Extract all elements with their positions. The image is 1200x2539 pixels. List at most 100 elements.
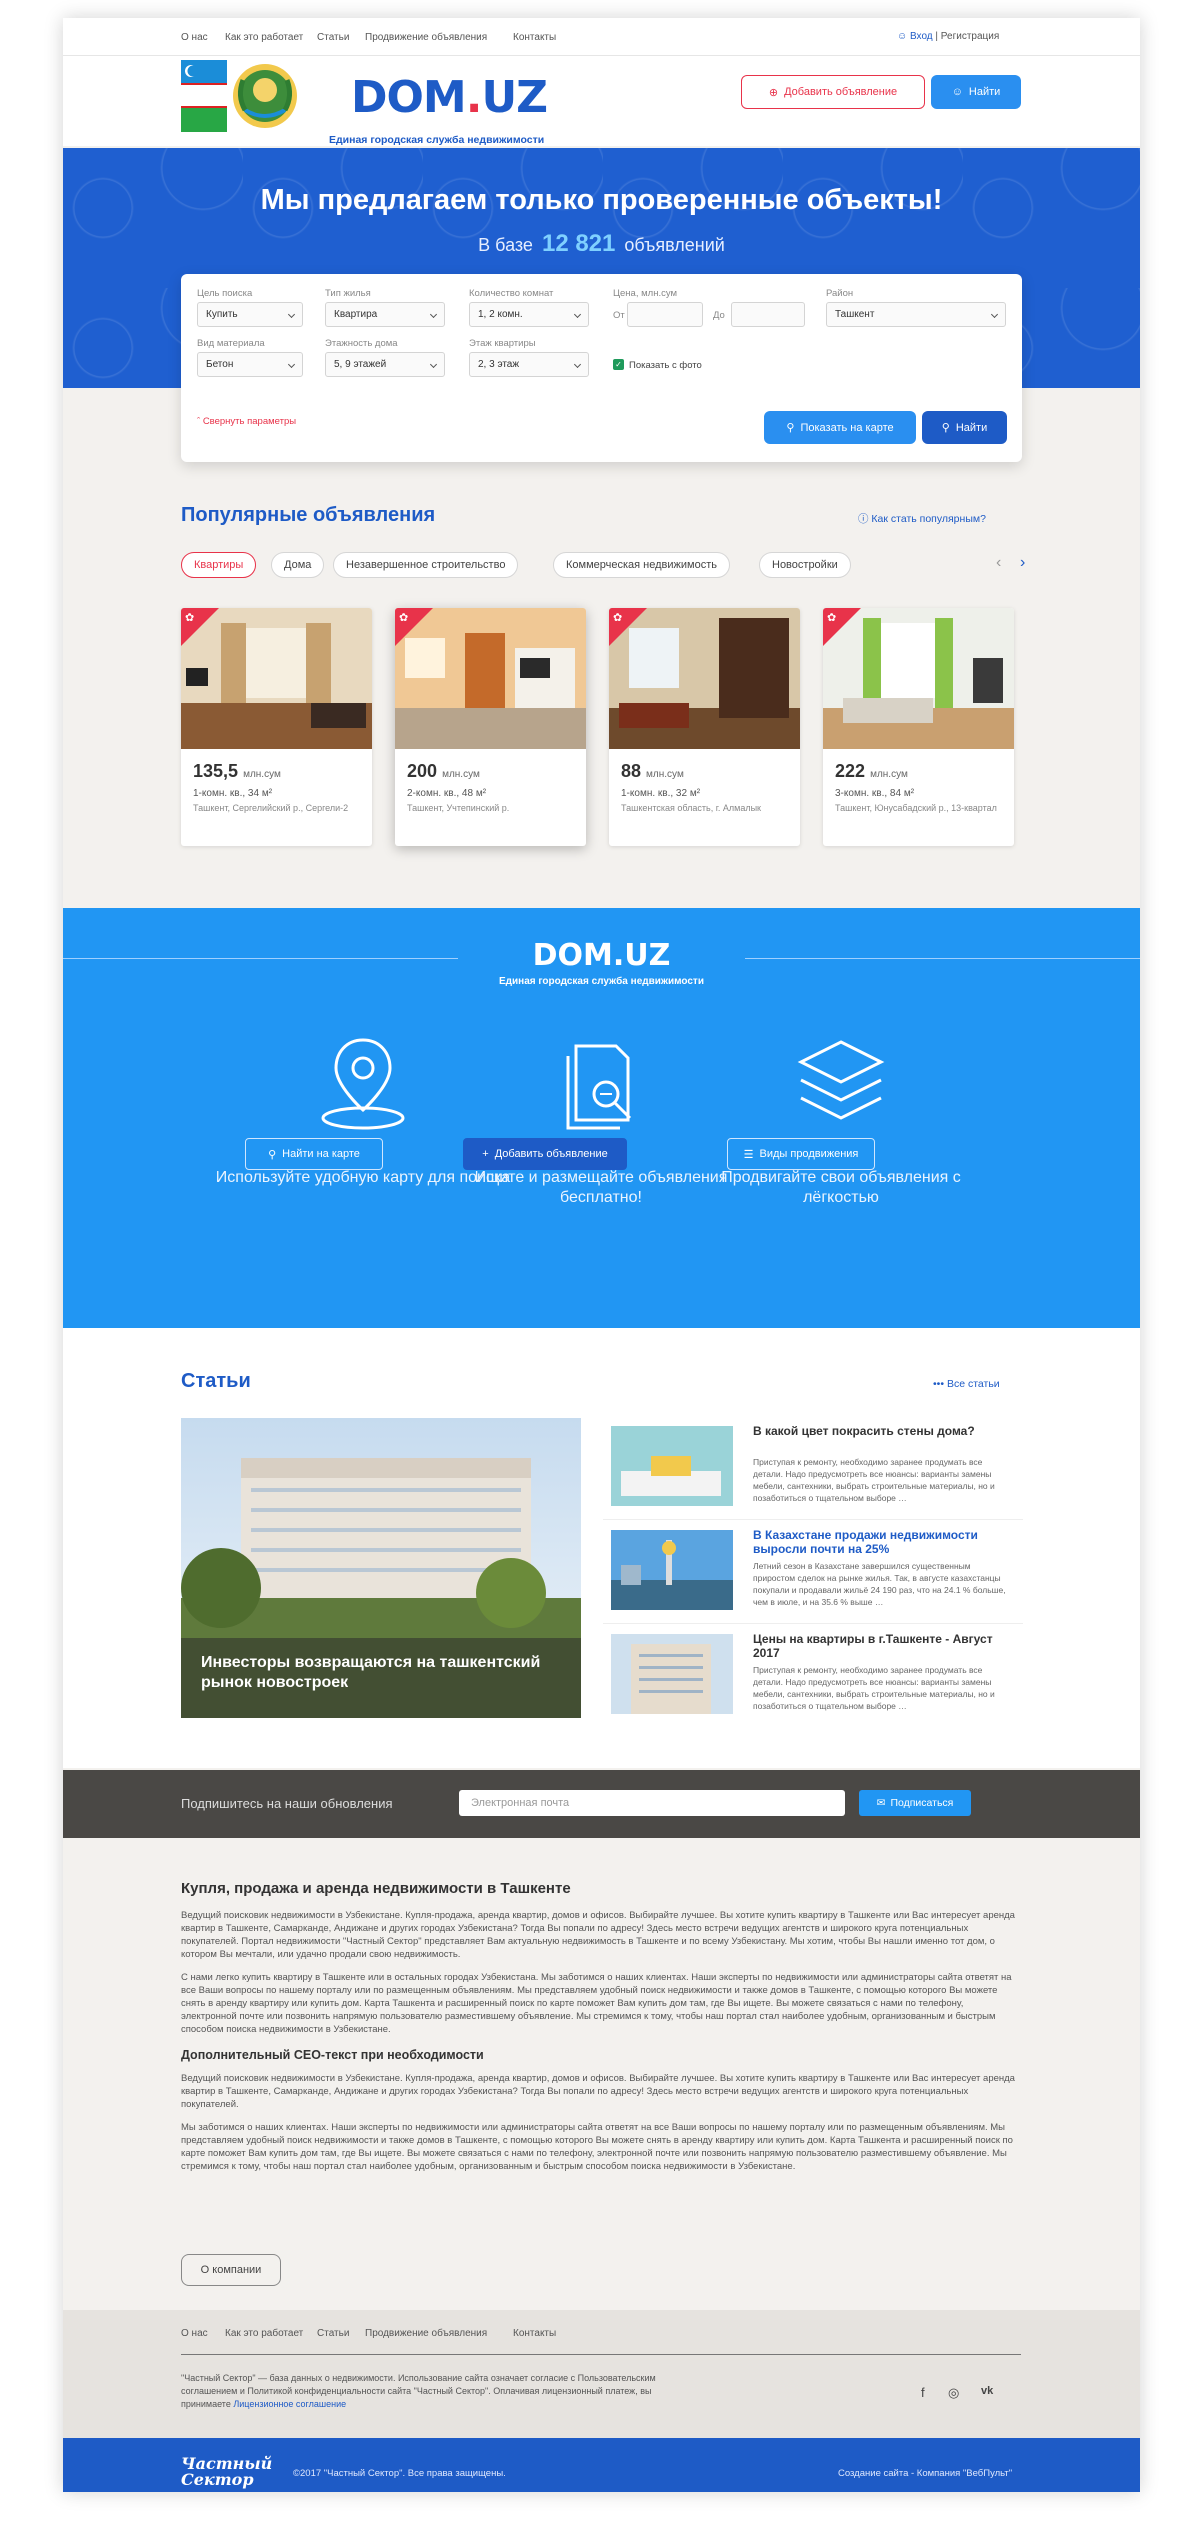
site-logo[interactable]: DOM.UZ — [351, 72, 548, 123]
topnav-about[interactable]: О нас — [181, 32, 208, 43]
header-find-label: Найти — [968, 86, 1001, 98]
login-link[interactable]: Вход — [910, 31, 933, 42]
listing-card[interactable]: ✿ 88 млн.сум 1-комн. кв., 32 м² Ташкентс… — [609, 608, 800, 846]
bottom-bar: Частный Сектор ©2017 "Частный Сектор". В… — [63, 2438, 1140, 2492]
featured-article-title: Инвесторы возвращаются на ташкентский ры… — [201, 1654, 541, 1691]
price-from-input[interactable] — [627, 302, 703, 327]
brand-logo[interactable]: Частный Сектор — [181, 2456, 272, 2488]
copyright: ©2017 "Частный Сектор". Все права защище… — [293, 2468, 506, 2479]
photo-checkbox[interactable]: ✓ — [613, 359, 624, 370]
search-find-button[interactable]: ⚲ Найти — [922, 411, 1007, 444]
hero-title: Мы предлагаем только проверенные объекты… — [260, 184, 943, 216]
all-articles-link[interactable]: ••• Все статьи — [933, 1378, 1000, 1390]
add-listing-button[interactable]: ⊕ Добавить объявление — [741, 75, 925, 109]
map-pin-icon: ⚲ — [268, 1148, 277, 1161]
footer-nav-how[interactable]: Как это работает — [225, 2328, 303, 2339]
article-item[interactable]: В Казахстане продажи недвижимости выросл… — [603, 1524, 1023, 1624]
user-icon: ☺ — [897, 31, 908, 42]
listing-desc: 2-комн. кв., 48 м² — [407, 788, 487, 799]
chevron-left-icon[interactable]: ‹ — [996, 554, 1001, 572]
rooms-select[interactable]: 1, 2 комн. — [469, 302, 589, 327]
seo-title: Купля, продажа и аренда недвижимости в Т… — [181, 1880, 571, 1897]
auth-separator: | — [935, 31, 939, 42]
register-link[interactable]: Регистрация — [941, 31, 999, 42]
floors-select[interactable]: 5, 9 этажей — [325, 352, 445, 377]
topnav-contacts[interactable]: Контакты — [513, 32, 556, 43]
featured-article[interactable]: Инвесторы возвращаются на ташкентский ры… — [181, 1418, 581, 1718]
developer-credit[interactable]: Создание сайта - Компания "ВебПульт" — [838, 2468, 1012, 2479]
tab-houses[interactable]: Дома — [271, 552, 325, 578]
floor-select[interactable]: 2, 3 этаж — [469, 352, 589, 377]
material-select[interactable]: Бетон — [197, 352, 303, 377]
price-unit: млн.сум — [870, 769, 908, 780]
instagram-icon[interactable]: ◎ — [948, 2385, 959, 2401]
promo-add-listing-label: Добавить объявление — [494, 1148, 608, 1160]
price-value: 135,5 — [193, 761, 239, 781]
article-item[interactable]: В какой цвет покрасить стены дома? Прист… — [603, 1420, 1023, 1520]
listing-desc: 1-комн. кв., 34 м² — [193, 788, 273, 799]
footer-nav-about[interactable]: О нас — [181, 2328, 208, 2339]
region-label: Район — [826, 288, 854, 299]
find-on-map-label: Найти на карте — [282, 1148, 360, 1160]
tab-commercial[interactable]: Коммерческая недвижимость — [553, 552, 730, 578]
article-item[interactable]: Цены на квартиры в г.Ташкенте - Август 2… — [603, 1628, 1023, 1728]
top-nav: О нас Как это работает Статьи Продвижени… — [63, 18, 1140, 56]
email-input[interactable]: Электронная почта — [459, 1790, 845, 1816]
listing-address: Ташкент, Юнусабадский р., 13-квартал — [835, 803, 997, 813]
uzbekistan-flag-emblem[interactable] — [181, 60, 303, 132]
facebook-icon[interactable]: f — [921, 2385, 925, 2400]
listing-price: 222 млн.сум — [835, 761, 908, 782]
auth-links: ☺ Вход | Регистрация — [897, 31, 999, 42]
promo-logo-subtitle: Единая городская служба недвижимости — [499, 976, 704, 987]
article-excerpt: Летний сезон в Казахстане завершился сущ… — [753, 1561, 1006, 1607]
header-find-button[interactable]: ☺ Найти — [931, 75, 1021, 109]
topnav-how[interactable]: Как это работает — [225, 32, 303, 43]
tab-newbuilds[interactable]: Новостройки — [759, 552, 851, 578]
how-popular-label: Как стать популярным? — [871, 513, 986, 525]
photo-checkbox-label: Показать с фото — [629, 360, 702, 371]
footer-nav-articles[interactable]: Статьи — [317, 2328, 349, 2339]
topnav-articles[interactable]: Статьи — [317, 32, 349, 43]
promo-add-listing-button[interactable]: + Добавить объявление — [463, 1138, 627, 1170]
price-value: 88 — [621, 761, 642, 781]
footer-nav-promotion[interactable]: Продвижение объявления — [365, 2328, 487, 2339]
map-pin-icon: ⚲ — [786, 422, 795, 434]
footer-legal: "Частный Сектор" — база данных о недвижи… — [181, 2372, 701, 2411]
goal-select[interactable]: Купить — [197, 302, 303, 327]
price-to-input[interactable] — [731, 302, 805, 327]
promotion-types-label: Виды продвижения — [759, 1148, 859, 1160]
tab-unfinished[interactable]: Незавершенное строительство — [333, 552, 519, 578]
logo-tld: UZ — [481, 72, 548, 123]
find-on-map-button[interactable]: ⚲ Найти на карте — [245, 1138, 383, 1170]
region-select[interactable]: Ташкент — [826, 302, 1006, 327]
show-on-map-button[interactable]: ⚲ Показать на карте — [764, 411, 916, 444]
promotion-types-button[interactable]: ☰ Виды продвижения — [727, 1138, 875, 1170]
topnav-promotion[interactable]: Продвижение объявления — [365, 32, 487, 43]
listing-card[interactable]: ✿ 135,5 млн.сум 1-комн. кв., 34 м² Ташке… — [181, 608, 372, 846]
promo-col-title: Продвигайте свои объявления с лёгкостью — [721, 1169, 961, 1206]
users-icon: ☺ — [951, 86, 963, 98]
about-company-button[interactable]: О компании — [181, 2254, 281, 2286]
menu-icon: ☰ — [743, 1148, 754, 1161]
tab-apartments[interactable]: Квартиры — [181, 552, 257, 578]
price-unit: млн.сум — [243, 769, 281, 780]
article-title: В какой цвет покрасить стены дома? — [753, 1424, 975, 1438]
subscribe-button-label: Подписаться — [890, 1797, 954, 1809]
layers-icon — [797, 1040, 885, 1120]
article-thumb — [611, 1426, 733, 1506]
listing-card[interactable]: ✿ 200 млн.сум 2-комн. кв., 48 м² Ташкент… — [395, 608, 586, 846]
floors-label: Этажность дома — [325, 338, 398, 349]
chevron-right-icon[interactable]: › — [1020, 554, 1025, 572]
vk-icon[interactable]: vk — [981, 2385, 993, 2397]
footer-nav-contacts[interactable]: Контакты — [513, 2328, 556, 2339]
listing-card[interactable]: ✿ 222 млн.сум 3-комн. кв., 84 м² Ташкент… — [823, 608, 1014, 846]
how-popular-link[interactable]: ⓘ Как стать популярным? — [858, 511, 986, 526]
subscribe-button[interactable]: ✉ Подписаться — [859, 1790, 971, 1816]
type-label: Тип жилья — [325, 288, 371, 299]
price-label: Цена, млн.сум — [613, 288, 678, 299]
license-link[interactable]: Лицензионное соглашение — [233, 2399, 346, 2409]
listing-count: 12 821 — [541, 230, 616, 257]
type-select[interactable]: Квартира — [325, 302, 445, 327]
seo-paragraph: С нами легко купить квартиру в Ташкенте … — [181, 1972, 1012, 2035]
collapse-params-link[interactable]: ˆ Свернуть параметры — [197, 416, 296, 427]
